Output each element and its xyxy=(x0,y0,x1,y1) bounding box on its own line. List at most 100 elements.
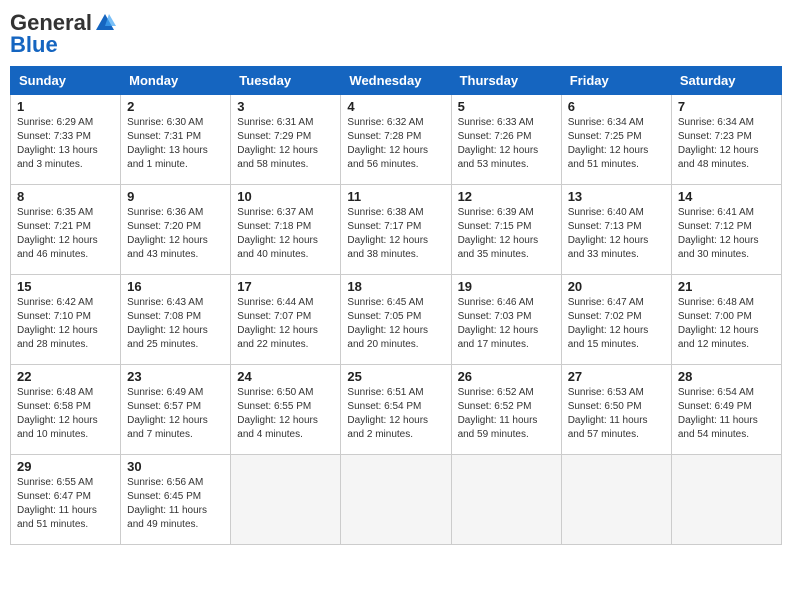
calendar-cell: 1 Sunrise: 6:29 AM Sunset: 7:33 PM Dayli… xyxy=(11,95,121,185)
calendar-cell: 30 Sunrise: 6:56 AM Sunset: 6:45 PM Dayl… xyxy=(121,455,231,545)
calendar-cell: 26 Sunrise: 6:52 AM Sunset: 6:52 PM Dayl… xyxy=(451,365,561,455)
day-number: 23 xyxy=(127,369,224,384)
cell-info: Sunrise: 6:41 AM Sunset: 7:12 PM Dayligh… xyxy=(678,206,775,262)
day-number: 4 xyxy=(347,99,444,114)
calendar-cell: 3 Sunrise: 6:31 AM Sunset: 7:29 PM Dayli… xyxy=(231,95,341,185)
cell-info: Sunrise: 6:31 AM Sunset: 7:29 PM Dayligh… xyxy=(237,116,334,172)
calendar-week-1: 1 Sunrise: 6:29 AM Sunset: 7:33 PM Dayli… xyxy=(11,95,782,185)
cell-info: Sunrise: 6:32 AM Sunset: 7:28 PM Dayligh… xyxy=(347,116,444,172)
cell-info: Sunrise: 6:52 AM Sunset: 6:52 PM Dayligh… xyxy=(458,386,555,442)
calendar-cell: 13 Sunrise: 6:40 AM Sunset: 7:13 PM Dayl… xyxy=(561,185,671,275)
cell-info: Sunrise: 6:50 AM Sunset: 6:55 PM Dayligh… xyxy=(237,386,334,442)
weekday-header-row: SundayMondayTuesdayWednesdayThursdayFrid… xyxy=(11,67,782,95)
cell-info: Sunrise: 6:44 AM Sunset: 7:07 PM Dayligh… xyxy=(237,296,334,352)
calendar-cell: 2 Sunrise: 6:30 AM Sunset: 7:31 PM Dayli… xyxy=(121,95,231,185)
cell-info: Sunrise: 6:39 AM Sunset: 7:15 PM Dayligh… xyxy=(458,206,555,262)
calendar-cell: 18 Sunrise: 6:45 AM Sunset: 7:05 PM Dayl… xyxy=(341,275,451,365)
cell-info: Sunrise: 6:54 AM Sunset: 6:49 PM Dayligh… xyxy=(678,386,775,442)
day-number: 3 xyxy=(237,99,334,114)
calendar-cell: 5 Sunrise: 6:33 AM Sunset: 7:26 PM Dayli… xyxy=(451,95,561,185)
cell-info: Sunrise: 6:46 AM Sunset: 7:03 PM Dayligh… xyxy=(458,296,555,352)
cell-info: Sunrise: 6:55 AM Sunset: 6:47 PM Dayligh… xyxy=(17,476,114,532)
calendar-cell: 9 Sunrise: 6:36 AM Sunset: 7:20 PM Dayli… xyxy=(121,185,231,275)
day-number: 22 xyxy=(17,369,114,384)
day-number: 29 xyxy=(17,459,114,474)
calendar-cell: 6 Sunrise: 6:34 AM Sunset: 7:25 PM Dayli… xyxy=(561,95,671,185)
calendar-cell xyxy=(561,455,671,545)
cell-info: Sunrise: 6:48 AM Sunset: 7:00 PM Dayligh… xyxy=(678,296,775,352)
cell-info: Sunrise: 6:47 AM Sunset: 7:02 PM Dayligh… xyxy=(568,296,665,352)
calendar-cell: 24 Sunrise: 6:50 AM Sunset: 6:55 PM Dayl… xyxy=(231,365,341,455)
cell-info: Sunrise: 6:48 AM Sunset: 6:58 PM Dayligh… xyxy=(17,386,114,442)
day-number: 16 xyxy=(127,279,224,294)
weekday-header-saturday: Saturday xyxy=(671,67,781,95)
calendar-week-5: 29 Sunrise: 6:55 AM Sunset: 6:47 PM Dayl… xyxy=(11,455,782,545)
cell-info: Sunrise: 6:49 AM Sunset: 6:57 PM Dayligh… xyxy=(127,386,224,442)
weekday-header-tuesday: Tuesday xyxy=(231,67,341,95)
calendar-week-2: 8 Sunrise: 6:35 AM Sunset: 7:21 PM Dayli… xyxy=(11,185,782,275)
calendar-cell: 16 Sunrise: 6:43 AM Sunset: 7:08 PM Dayl… xyxy=(121,275,231,365)
calendar-cell: 21 Sunrise: 6:48 AM Sunset: 7:00 PM Dayl… xyxy=(671,275,781,365)
calendar-cell xyxy=(671,455,781,545)
weekday-header-monday: Monday xyxy=(121,67,231,95)
cell-info: Sunrise: 6:40 AM Sunset: 7:13 PM Dayligh… xyxy=(568,206,665,262)
logo-blue-text: Blue xyxy=(10,32,58,58)
calendar-cell: 20 Sunrise: 6:47 AM Sunset: 7:02 PM Dayl… xyxy=(561,275,671,365)
cell-info: Sunrise: 6:53 AM Sunset: 6:50 PM Dayligh… xyxy=(568,386,665,442)
calendar-cell xyxy=(231,455,341,545)
day-number: 26 xyxy=(458,369,555,384)
cell-info: Sunrise: 6:51 AM Sunset: 6:54 PM Dayligh… xyxy=(347,386,444,442)
cell-info: Sunrise: 6:29 AM Sunset: 7:33 PM Dayligh… xyxy=(17,116,114,172)
page-header: General Blue xyxy=(10,10,782,58)
calendar-cell: 4 Sunrise: 6:32 AM Sunset: 7:28 PM Dayli… xyxy=(341,95,451,185)
calendar-cell: 10 Sunrise: 6:37 AM Sunset: 7:18 PM Dayl… xyxy=(231,185,341,275)
calendar-cell: 23 Sunrise: 6:49 AM Sunset: 6:57 PM Dayl… xyxy=(121,365,231,455)
day-number: 18 xyxy=(347,279,444,294)
cell-info: Sunrise: 6:35 AM Sunset: 7:21 PM Dayligh… xyxy=(17,206,114,262)
cell-info: Sunrise: 6:34 AM Sunset: 7:25 PM Dayligh… xyxy=(568,116,665,172)
calendar-cell: 17 Sunrise: 6:44 AM Sunset: 7:07 PM Dayl… xyxy=(231,275,341,365)
cell-info: Sunrise: 6:33 AM Sunset: 7:26 PM Dayligh… xyxy=(458,116,555,172)
calendar-cell: 22 Sunrise: 6:48 AM Sunset: 6:58 PM Dayl… xyxy=(11,365,121,455)
calendar-table: SundayMondayTuesdayWednesdayThursdayFrid… xyxy=(10,66,782,545)
day-number: 11 xyxy=(347,189,444,204)
cell-info: Sunrise: 6:37 AM Sunset: 7:18 PM Dayligh… xyxy=(237,206,334,262)
calendar-cell xyxy=(341,455,451,545)
day-number: 7 xyxy=(678,99,775,114)
day-number: 2 xyxy=(127,99,224,114)
day-number: 25 xyxy=(347,369,444,384)
day-number: 20 xyxy=(568,279,665,294)
calendar-cell: 15 Sunrise: 6:42 AM Sunset: 7:10 PM Dayl… xyxy=(11,275,121,365)
cell-info: Sunrise: 6:30 AM Sunset: 7:31 PM Dayligh… xyxy=(127,116,224,172)
calendar-week-3: 15 Sunrise: 6:42 AM Sunset: 7:10 PM Dayl… xyxy=(11,275,782,365)
day-number: 5 xyxy=(458,99,555,114)
cell-info: Sunrise: 6:43 AM Sunset: 7:08 PM Dayligh… xyxy=(127,296,224,352)
day-number: 6 xyxy=(568,99,665,114)
cell-info: Sunrise: 6:36 AM Sunset: 7:20 PM Dayligh… xyxy=(127,206,224,262)
day-number: 15 xyxy=(17,279,114,294)
day-number: 10 xyxy=(237,189,334,204)
calendar-cell: 19 Sunrise: 6:46 AM Sunset: 7:03 PM Dayl… xyxy=(451,275,561,365)
weekday-header-friday: Friday xyxy=(561,67,671,95)
calendar-week-4: 22 Sunrise: 6:48 AM Sunset: 6:58 PM Dayl… xyxy=(11,365,782,455)
day-number: 14 xyxy=(678,189,775,204)
calendar-cell: 25 Sunrise: 6:51 AM Sunset: 6:54 PM Dayl… xyxy=(341,365,451,455)
day-number: 28 xyxy=(678,369,775,384)
weekday-header-sunday: Sunday xyxy=(11,67,121,95)
cell-info: Sunrise: 6:45 AM Sunset: 7:05 PM Dayligh… xyxy=(347,296,444,352)
cell-info: Sunrise: 6:42 AM Sunset: 7:10 PM Dayligh… xyxy=(17,296,114,352)
calendar-cell: 27 Sunrise: 6:53 AM Sunset: 6:50 PM Dayl… xyxy=(561,365,671,455)
calendar-cell: 14 Sunrise: 6:41 AM Sunset: 7:12 PM Dayl… xyxy=(671,185,781,275)
day-number: 9 xyxy=(127,189,224,204)
cell-info: Sunrise: 6:38 AM Sunset: 7:17 PM Dayligh… xyxy=(347,206,444,262)
day-number: 17 xyxy=(237,279,334,294)
logo: General Blue xyxy=(10,10,116,58)
day-number: 27 xyxy=(568,369,665,384)
day-number: 30 xyxy=(127,459,224,474)
day-number: 1 xyxy=(17,99,114,114)
day-number: 12 xyxy=(458,189,555,204)
calendar-cell: 28 Sunrise: 6:54 AM Sunset: 6:49 PM Dayl… xyxy=(671,365,781,455)
day-number: 13 xyxy=(568,189,665,204)
calendar-cell: 12 Sunrise: 6:39 AM Sunset: 7:15 PM Dayl… xyxy=(451,185,561,275)
day-number: 19 xyxy=(458,279,555,294)
